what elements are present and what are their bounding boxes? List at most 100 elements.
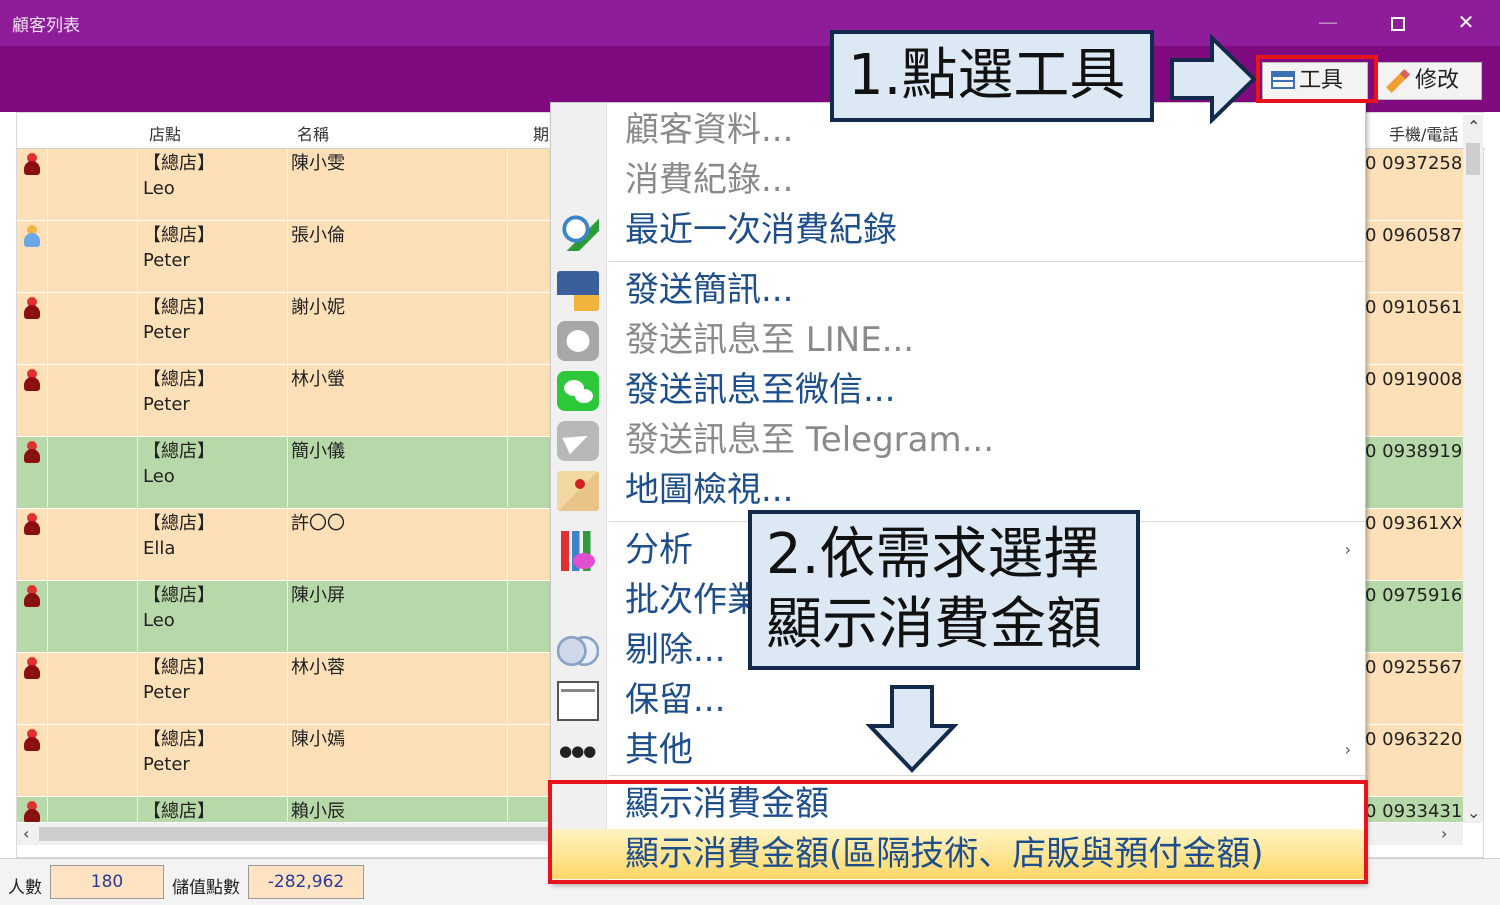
person-icon — [23, 369, 41, 391]
callout-step2-line1: 2.依需求選擇 — [766, 522, 1100, 587]
column-divider — [137, 149, 138, 823]
cell-phone: 0 0925567 — [1365, 657, 1461, 678]
person-icon — [23, 225, 41, 247]
person-icon — [23, 729, 41, 751]
person-icon — [23, 657, 41, 679]
menu-item-label: 發送訊息至 Telegram... — [625, 420, 995, 460]
person-icon — [23, 441, 41, 463]
menu-item-13[interactable]: 其他 › — [551, 725, 1365, 775]
person-icon — [23, 585, 41, 607]
window-title: 顧客列表 — [12, 16, 80, 36]
column-header-phone[interactable]: 手機/電話 — [1389, 121, 1461, 145]
store-name: 【總店】 — [143, 585, 215, 606]
menu-item-12[interactable]: 保留... — [551, 675, 1365, 725]
store-name: 【總店】 — [143, 801, 215, 822]
points-value: -282,962 — [248, 865, 364, 899]
store-name: 【總店】 — [143, 225, 215, 246]
menu-item-5[interactable]: 發送訊息至 LINE... — [551, 315, 1365, 365]
edit-button-label: 修改 — [1415, 68, 1460, 93]
cell-store: 【總店】 Peter — [143, 295, 215, 345]
column-header-period[interactable]: 期 — [533, 121, 549, 145]
submenu-arrow-icon: › — [1344, 540, 1351, 559]
staff-name: Peter — [143, 394, 190, 415]
callout-step2: 2.依需求選擇 顯示消費金額 — [748, 510, 1140, 670]
minimize-button[interactable]: — — [1296, 0, 1360, 46]
person-icon — [23, 297, 41, 319]
menu-item-7[interactable]: 發送訊息至 Telegram... — [551, 415, 1365, 465]
arrow-right-icon — [1170, 34, 1257, 124]
menu-item-4[interactable]: 發送簡訊... — [551, 265, 1365, 315]
cell-phone: 0 0938919 — [1365, 441, 1461, 462]
callout-step2-line2: 顯示消費金額 — [766, 592, 1102, 657]
close-button[interactable]: ✕ — [1434, 0, 1498, 46]
person-icon — [23, 801, 41, 822]
toggle-icon — [557, 631, 599, 671]
vertical-scroll-thumb[interactable] — [1466, 143, 1480, 175]
cell-phone: 0 0960587 — [1365, 225, 1461, 246]
store-name: 【總店】 — [143, 657, 215, 678]
arrow-down-icon — [866, 685, 958, 773]
scroll-left-icon[interactable]: ‹ — [23, 824, 29, 843]
menu-item-3[interactable]: 最近一次消費紀錄 — [551, 205, 1365, 255]
cell-store: 【總店】 — [143, 799, 215, 822]
search-person-icon — [557, 211, 599, 251]
cell-phone: 0 09361XX — [1365, 513, 1461, 534]
count-label: 人數 — [8, 878, 42, 898]
cell-name: 陳小雯 — [291, 153, 345, 174]
line-icon — [557, 321, 599, 361]
cell-phone: 0 0933431 — [1365, 801, 1461, 822]
cell-store: 【總店】 Ella — [143, 511, 215, 561]
count-value: 180 — [50, 865, 164, 899]
cell-store: 【總店】 Peter — [143, 367, 215, 417]
submenu-arrow-icon: › — [1344, 740, 1351, 759]
store-name: 【總店】 — [143, 441, 215, 462]
cell-name: 陳小嫣 — [291, 729, 345, 750]
column-header-name[interactable]: 名稱 — [297, 121, 329, 145]
staff-name: Peter — [143, 754, 190, 775]
edit-button[interactable]: 修改 — [1376, 62, 1482, 100]
menu-separator — [609, 775, 1365, 776]
staff-name: Peter — [143, 682, 190, 703]
callout-step1-text: 1.點選工具 — [848, 43, 1126, 108]
column-divider — [507, 149, 508, 823]
scroll-down-icon[interactable]: ⌄ — [1467, 803, 1480, 822]
menu-item-6[interactable]: 發送訊息至微信... — [551, 365, 1365, 415]
cell-name: 林小螢 — [291, 369, 345, 390]
menu-item-label: 發送簡訊... — [625, 270, 794, 310]
staff-name: Leo — [143, 178, 175, 199]
store-name: 【總店】 — [143, 729, 215, 750]
sms-icon — [557, 271, 599, 311]
cell-store: 【總店】 Leo — [143, 583, 215, 633]
highlight-show-amount-items — [548, 780, 1368, 884]
column-divider — [47, 149, 48, 823]
store-name: 【總店】 — [143, 297, 215, 318]
maximize-button[interactable] — [1366, 0, 1430, 46]
menu-item-label: 最近一次消費紀錄 — [625, 210, 897, 250]
cell-name: 張小倫 — [291, 225, 345, 246]
map-icon — [557, 471, 599, 511]
cell-store: 【總店】 Peter — [143, 223, 215, 273]
wechat-icon — [557, 371, 599, 411]
maximize-icon — [1391, 16, 1405, 31]
vertical-scrollbar[interactable]: ⌃ ⌄ — [1463, 115, 1483, 823]
scroll-right-icon[interactable]: › — [1441, 824, 1447, 843]
staff-name: Leo — [143, 610, 175, 631]
cell-phone: 0 0963220 — [1365, 729, 1461, 750]
cell-store: 【總店】 Leo — [143, 439, 215, 489]
menu-item-2[interactable]: 消費紀錄... — [551, 155, 1365, 205]
points-label: 儲值點數 — [172, 878, 240, 898]
staff-name: Leo — [143, 466, 175, 487]
scroll-up-icon[interactable]: ⌃ — [1467, 117, 1480, 136]
column-header-store[interactable]: 店點 — [149, 121, 181, 145]
cell-name: 陳小屏 — [291, 585, 345, 606]
staff-name: Ella — [143, 538, 176, 559]
cell-name: 林小蓉 — [291, 657, 345, 678]
cell-name: 許〇〇 — [291, 513, 345, 534]
staff-name: Peter — [143, 322, 190, 343]
cell-store: 【總店】 Peter — [143, 727, 215, 777]
menu-item-label: 分析 — [625, 530, 693, 570]
more-dots-icon — [557, 731, 599, 771]
cell-store: 【總店】 Leo — [143, 151, 215, 201]
menu-separator — [609, 261, 1365, 262]
menu-item-8[interactable]: 地圖檢視... — [551, 465, 1365, 515]
